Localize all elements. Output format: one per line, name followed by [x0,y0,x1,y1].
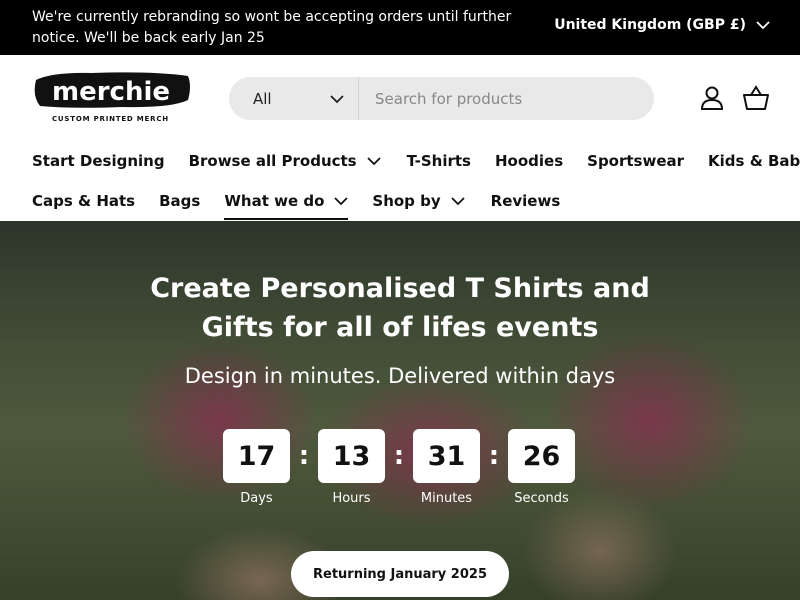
chevron-down-icon [334,196,349,206]
chevron-down-icon [366,156,381,166]
nav-kids-baby[interactable]: Kids & Baby [708,148,800,174]
chevron-down-icon [451,196,465,206]
nav-label: Sportswear [587,152,685,170]
nav-start-designing[interactable]: Start Designing [32,148,165,174]
main-nav-row-1: Start Designing Browse all Products T-Sh… [32,148,800,174]
currency-label: United Kingdom (GBP £) [554,17,746,33]
nav-label: Shop by [372,192,441,210]
countdown-separator: : [393,441,405,471]
nav-label: Hoodies [494,152,564,170]
hero-banner: Create Personalised T Shirts and Gifts f… [0,221,800,600]
nav-browse-all-products[interactable]: Browse all Products [189,148,381,174]
hero-subtitle: Design in minutes. Delivered within days [184,364,616,388]
nav-label: Browse all Products [188,152,357,170]
countdown-value: 31 [413,429,480,483]
nav-label: What we do [224,192,325,210]
nav-label: Kids & Baby [708,152,800,170]
nav-shop-by[interactable]: Shop by [372,188,465,214]
nav-label: T-Shirts [406,152,471,170]
hero-title: Create Personalised T Shirts and Gifts f… [150,273,650,343]
countdown-value: 17 [223,429,290,483]
basket-icon [742,84,770,112]
returning-january-button[interactable]: Returning January 2025 [291,551,509,597]
chevron-down-icon [756,20,770,30]
countdown-days: 17 Days [223,429,290,506]
nav-label: Start Designing [32,152,165,170]
search-input[interactable] [359,77,654,120]
nav-what-we-do[interactable]: What we do [224,188,349,220]
logo-text: merchie [52,77,170,107]
countdown-separator: : [298,441,310,471]
nav-bags[interactable]: Bags [159,188,200,214]
user-icon [698,84,726,112]
nav-reviews[interactable]: Reviews [491,188,561,214]
countdown-label: Seconds [514,491,569,506]
countdown-value: 26 [508,429,575,483]
nav-hoodies[interactable]: Hoodies [495,148,563,174]
search-category-select[interactable]: All [229,77,359,120]
chevron-down-icon [330,90,344,108]
merchie-logo[interactable]: merchie CUSTOM PRINTED MERCH [32,70,194,126]
main-nav-row-2: Caps & Hats Bags What we do Shop by Revi… [32,188,561,220]
countdown-label: Hours [332,491,371,506]
currency-selector[interactable]: United Kingdom (GBP £) [554,17,770,33]
announcement-bar: We're currently rebranding so wont be ac… [0,0,800,55]
search-category-label: All [253,89,272,108]
countdown-separator: : [488,441,500,471]
account-button[interactable] [698,84,726,112]
nav-caps-hats[interactable]: Caps & Hats [32,188,135,214]
countdown-value: 13 [318,429,385,483]
countdown-label: Minutes [420,491,473,506]
countdown-label: Days [240,491,273,506]
search-bar: All [229,77,654,120]
countdown-seconds: 26 Seconds [508,429,575,506]
nav-sportswear[interactable]: Sportswear [587,148,684,174]
nav-label: Bags [159,192,201,210]
countdown-timer: 17 Days : 13 Hours : 31 Minutes : 26 Sec… [223,429,575,506]
basket-button[interactable] [742,84,770,112]
nav-label: Reviews [490,192,561,210]
nav-t-shirts[interactable]: T-Shirts [407,148,471,174]
nav-label: Caps & Hats [32,192,136,210]
countdown-hours: 13 Hours [318,429,385,506]
logo-tagline: CUSTOM PRINTED MERCH [52,115,169,123]
countdown-minutes: 31 Minutes [413,429,480,506]
announcement-text: We're currently rebranding so wont be ac… [32,9,512,46]
